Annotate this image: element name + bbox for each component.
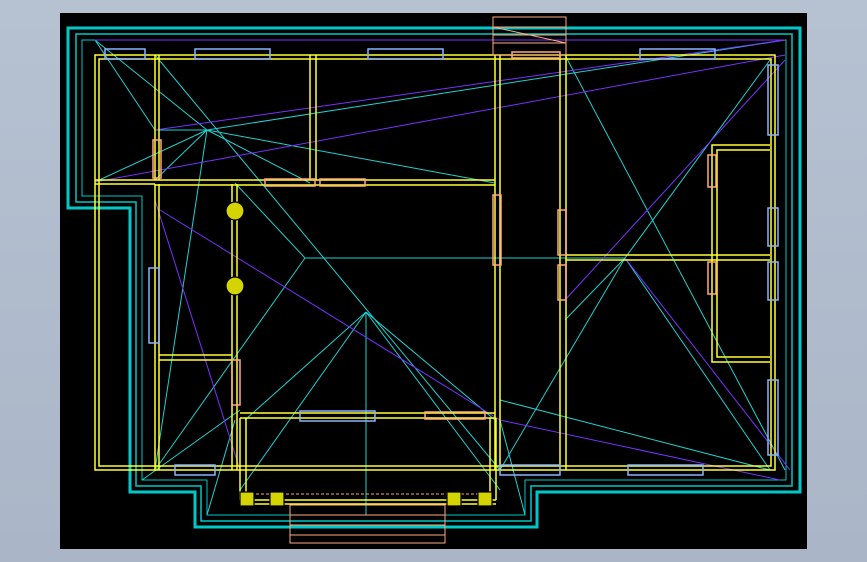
hip-line: [154, 199, 241, 471]
hip-line: [94, 54, 786, 183]
cad-viewport[interactable]: [60, 13, 807, 549]
column: [225, 201, 245, 221]
ridge-line: [94, 39, 156, 131]
hip-line: [154, 39, 786, 131]
ridge-line: [206, 129, 311, 184]
wall-outer-inner: [98, 58, 772, 467]
hip-line: [159, 209, 501, 421]
post: [446, 491, 462, 507]
window: [639, 48, 716, 60]
column: [225, 276, 245, 296]
window: [194, 48, 271, 60]
chimney: [246, 16, 567, 544]
post: [477, 491, 493, 507]
window: [767, 64, 779, 136]
ridge-line: [239, 311, 367, 491]
ridge-line: [624, 59, 771, 259]
ridge-line: [365, 311, 501, 491]
ridge-line: [94, 129, 208, 183]
ridge-line: [154, 129, 208, 471]
door: [152, 139, 162, 179]
window: [367, 48, 444, 60]
ridge-line: [499, 257, 626, 471]
ridge-line: [154, 129, 208, 181]
roof-eave-line: [81, 39, 787, 516]
ridge-line: [564, 54, 786, 471]
door: [231, 359, 241, 406]
window: [148, 267, 160, 344]
hip-line: [499, 419, 781, 481]
roof-floor-plan-drawing: [66, 16, 802, 544]
ridge-line: [206, 129, 496, 184]
ridge-line: [206, 419, 236, 516]
hip-line: [564, 59, 786, 301]
post: [239, 491, 255, 507]
window: [767, 207, 779, 247]
ridge-line: [234, 182, 306, 259]
ridge-line: [244, 311, 367, 421]
chimney-top: [492, 16, 567, 56]
door: [557, 209, 567, 256]
roof-outer-perimeter: [66, 26, 802, 529]
pillars: [225, 201, 493, 507]
roof-ridges: [94, 39, 786, 516]
ridge-line: [94, 39, 208, 131]
roof-outline: [66, 26, 802, 529]
wall-outer: [94, 54, 776, 471]
post: [269, 491, 285, 507]
ridge-line: [206, 39, 786, 131]
ridge-line: [365, 311, 496, 421]
window: [104, 48, 146, 60]
door: [557, 264, 567, 301]
windows: [104, 48, 779, 476]
wall-bay: [716, 149, 770, 358]
porch-step: [289, 504, 446, 544]
wall-bay: [711, 144, 770, 363]
window: [767, 261, 779, 301]
